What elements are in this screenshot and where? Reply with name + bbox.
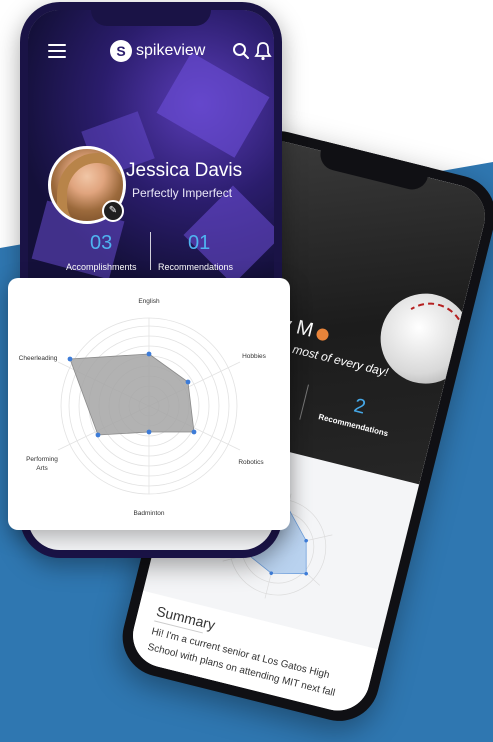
bell-icon[interactable] — [254, 41, 272, 61]
axis-label-badminton: Badminton — [133, 510, 164, 517]
front-phone-notch — [91, 2, 211, 26]
recommendations-count[interactable]: 01 — [188, 232, 210, 255]
radar-point-english — [146, 351, 152, 357]
stat-divider — [150, 232, 151, 270]
accomplishments-label: Accomplishments — [66, 262, 137, 272]
crystal-shape — [156, 52, 270, 158]
axis-label-robotics: Robotics — [238, 459, 264, 466]
profile-name: Jessica Davis — [126, 160, 243, 181]
radar-point-badminton — [146, 429, 152, 435]
axis-label-hobbies: Hobbies — [242, 353, 267, 360]
accomplishments-count[interactable]: 03 — [90, 232, 112, 255]
axis-label-cheerleading: Cheerleading — [19, 355, 58, 362]
radar-chart: English Hobbies Robotics Badminton Perfo… — [19, 298, 267, 517]
axis-label-performing-arts-line2: Arts — [36, 465, 48, 472]
profile-tagline: Perfectly Imperfect — [132, 186, 233, 200]
radar-point-cheerleading — [67, 356, 73, 362]
brand-name: spikeview — [136, 42, 206, 59]
search-icon[interactable] — [232, 42, 250, 60]
axis-label-performing-arts-line1: Performing — [26, 456, 58, 463]
recommendations-label: Recommendations — [158, 262, 234, 272]
radar-chart-card: English Hobbies Robotics Badminton Perfo… — [8, 278, 290, 530]
radar-data-area — [69, 353, 195, 436]
radar-point-hobbies — [185, 379, 191, 385]
spikeview-logo-icon: S — [110, 40, 132, 62]
radar-point-robotics — [191, 429, 197, 435]
axis-label-english: English — [138, 298, 160, 305]
radar-point-performing-arts — [95, 432, 101, 438]
edit-icon[interactable]: ✎ — [102, 200, 124, 222]
menu-icon[interactable] — [48, 44, 66, 58]
